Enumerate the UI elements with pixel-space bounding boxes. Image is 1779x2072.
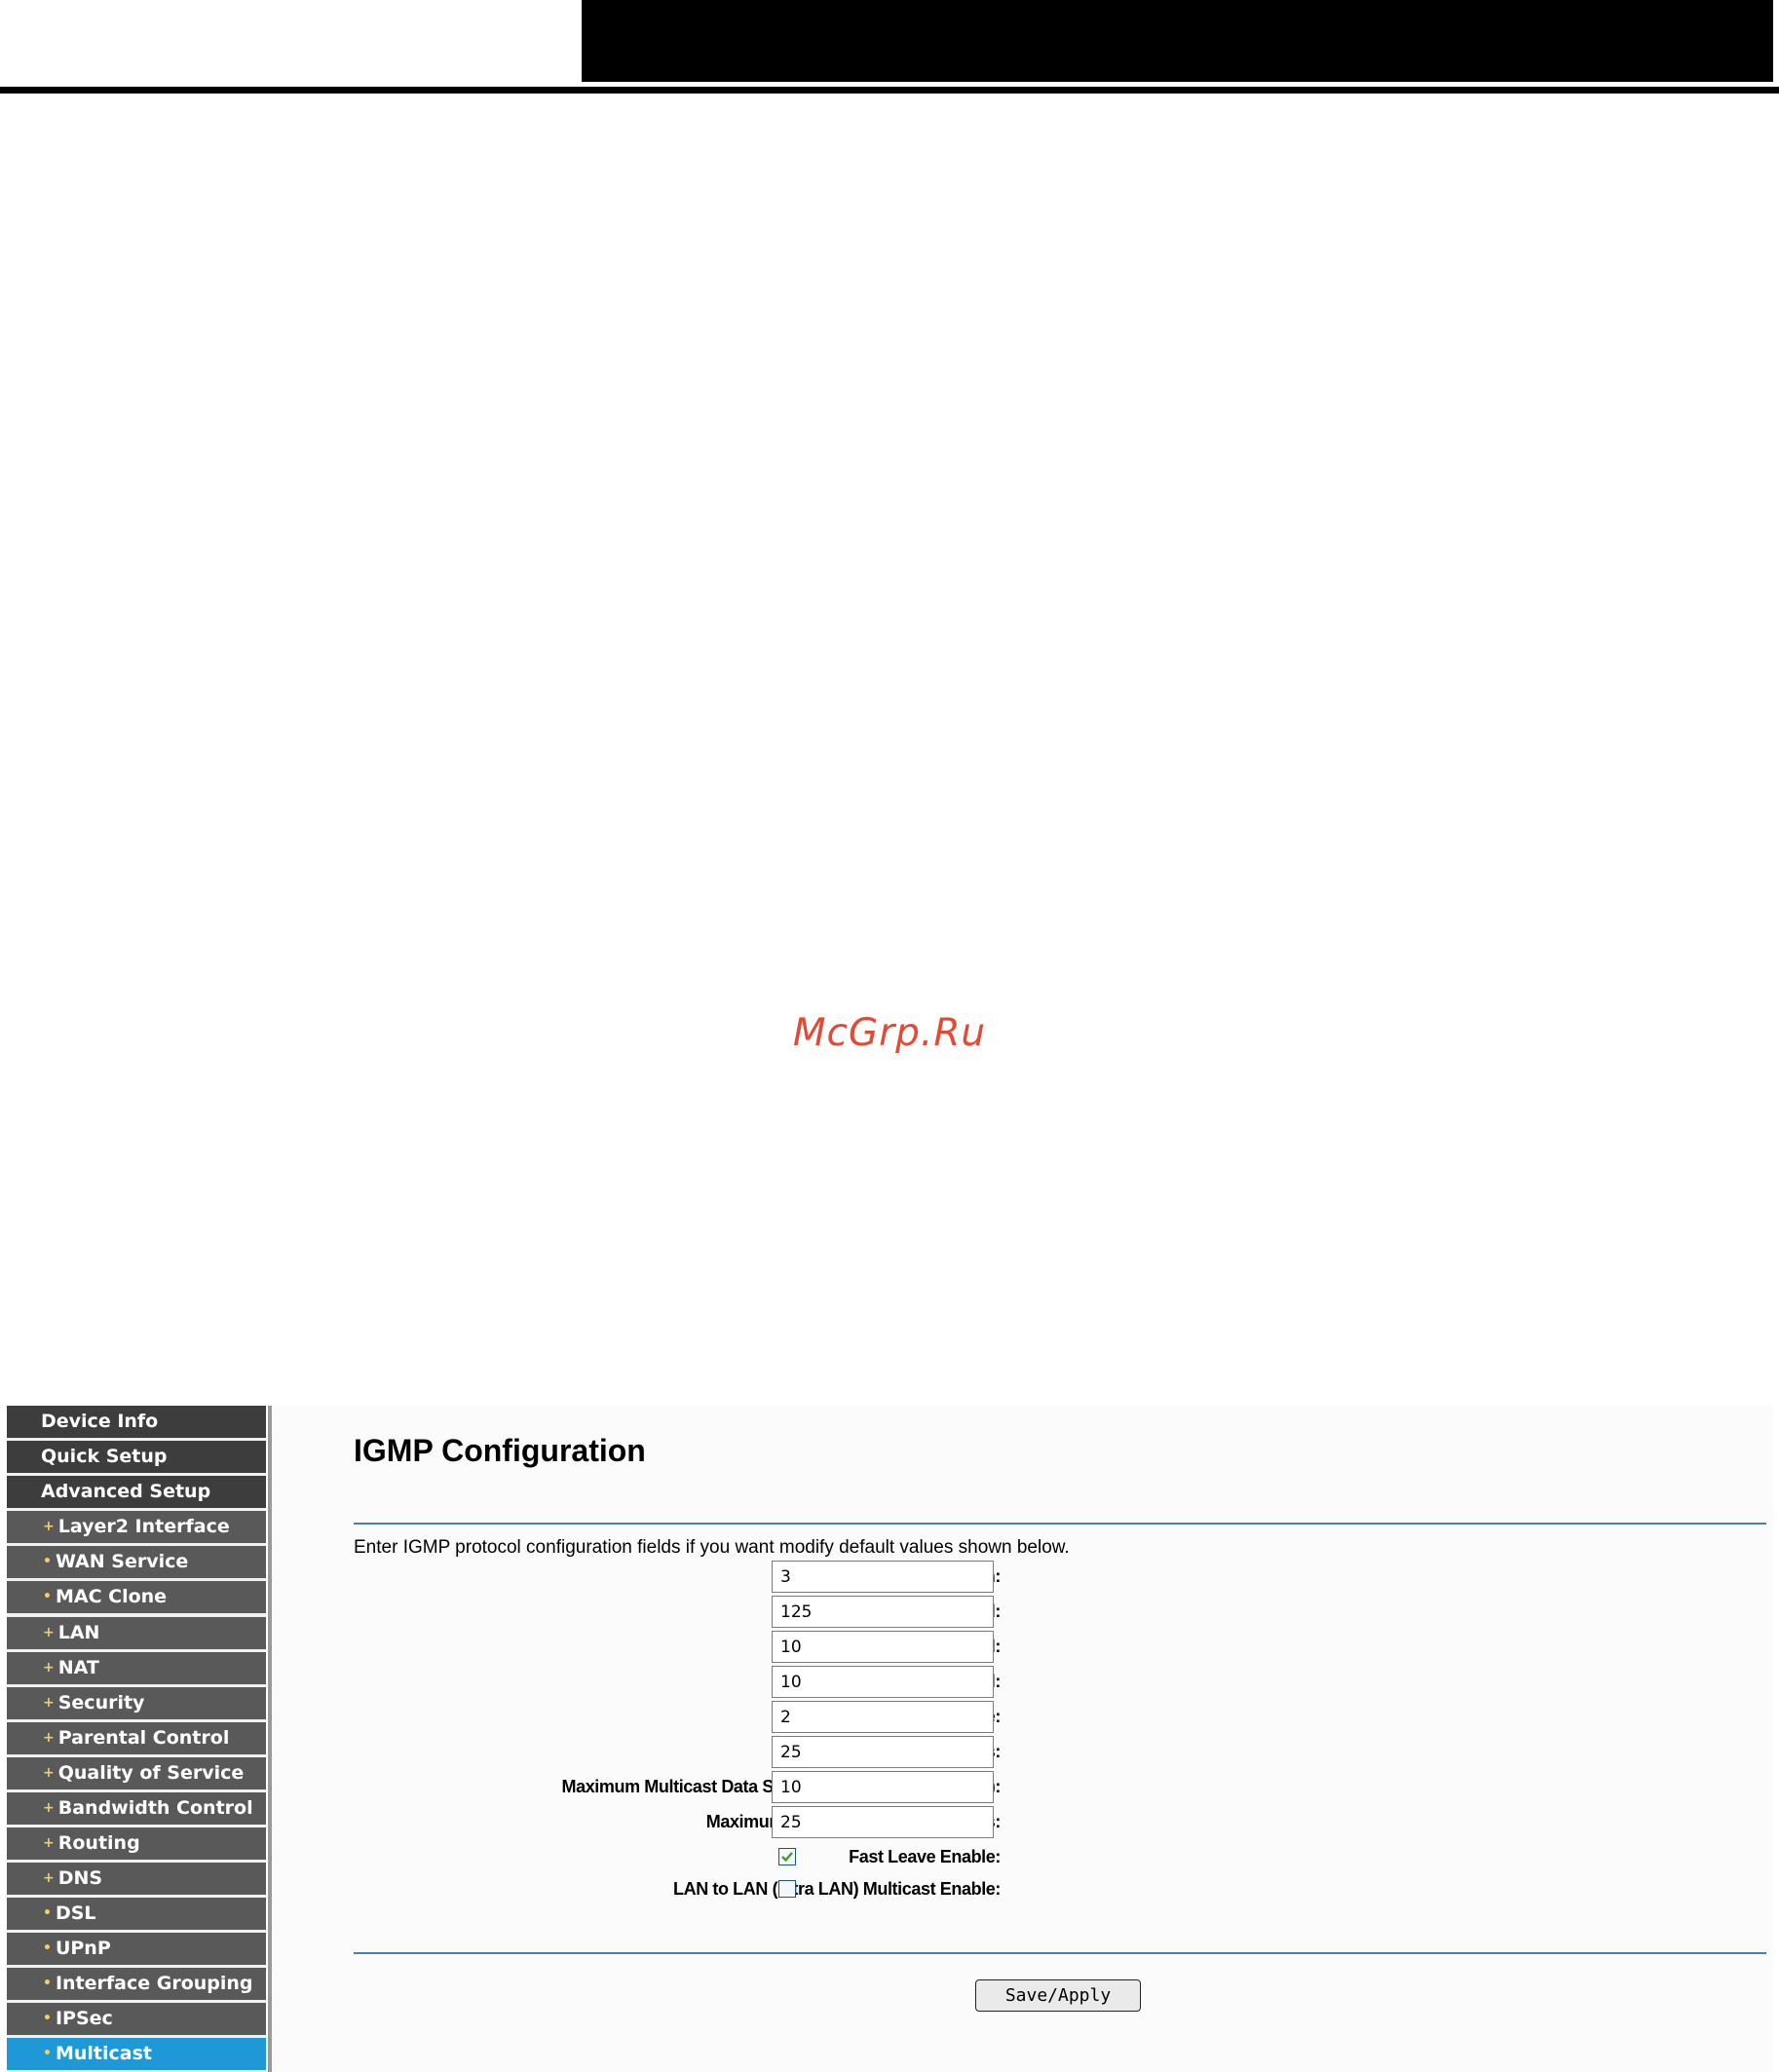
checkbox-label: LAN to LAN (Intra LAN) Multicast Enable:	[673, 1879, 1001, 1899]
router-ui-screenshot: Device Info Quick Setup Advanced Setup + Lay…	[0, 1406, 1779, 2072]
checkbox-row: Fast Leave Enable:	[272, 1839, 1773, 1874]
nav-bullet-icon: +	[43, 1730, 55, 1746]
nav-bullet-icon: +	[43, 1695, 55, 1711]
form-row: Query Interval:	[272, 1594, 1773, 1629]
field-input-last-member-query-interval[interactable]	[772, 1666, 994, 1698]
sidebar-item-routing[interactable]: + Routing	[7, 1827, 266, 1860]
form-row: Robustness Value:	[272, 1699, 1773, 1734]
field-input-default-version[interactable]	[772, 1561, 994, 1593]
nav-bullet-icon: •	[43, 1905, 52, 1921]
field-input-maximum-multicast-group-members[interactable]	[772, 1806, 994, 1838]
sidebar-item-label: Advanced Setup	[41, 1481, 211, 1502]
sidebar-item-multicast[interactable]: • Multicast	[7, 2038, 266, 2070]
form-row: Last Member Query Interval:	[272, 1664, 1773, 1699]
checkmark-icon	[781, 1852, 793, 1863]
sidebar-item-label: NAT	[57, 1657, 99, 1678]
sidebar-nav: Device Info Quick Setup Advanced Setup + Lay…	[7, 1406, 266, 2072]
form-row: Maximum Multicast Groups:	[272, 1734, 1773, 1769]
sidebar-item-lan[interactable]: + LAN	[7, 1617, 266, 1649]
sidebar-item-label: Security	[57, 1692, 145, 1714]
save-apply-button[interactable]: Save/Apply	[975, 1979, 1141, 2012]
sidebar-item-label: Interface Grouping	[55, 1973, 253, 1994]
lan-to-lan-multicast-checkbox[interactable]	[778, 1880, 796, 1898]
nav-bullet-icon: +	[43, 1765, 55, 1781]
nav-bullet-icon: +	[43, 1625, 55, 1640]
nav-bullet-icon: •	[43, 1976, 52, 1991]
field-input-robustness-value[interactable]	[772, 1701, 994, 1733]
nav-bullet-icon: •	[43, 1589, 52, 1604]
sidebar-item-label: Parental Control	[57, 1727, 230, 1749]
sidebar-item-label: WAN Service	[55, 1551, 189, 1572]
sidebar-item-quality-of-service[interactable]: + Quality of Service	[7, 1757, 266, 1789]
title-divider	[354, 1523, 1766, 1525]
sidebar-item-bandwidth-control[interactable]: + Bandwidth Control	[7, 1792, 266, 1825]
sidebar-item-parental-control[interactable]: + Parental Control	[7, 1722, 266, 1754]
form-row: Maximum Multicast Data Sources (for IGMP…	[272, 1769, 1773, 1804]
form-row: Maximum Multicast Group Members:	[272, 1804, 1773, 1839]
sidebar-item-dns[interactable]: + DNS	[7, 1863, 266, 1895]
sidebar-item-label: Quick Setup	[41, 1446, 168, 1467]
nav-bullet-icon: •	[43, 1554, 52, 1569]
sidebar-item-mac-clone[interactable]: • MAC Clone	[7, 1581, 266, 1613]
sidebar-item-label: Routing	[57, 1832, 140, 1854]
sidebar-item-label: DNS	[57, 1867, 103, 1889]
sidebar-item-label: UPnP	[55, 1938, 111, 1959]
sidebar-item-label: IPSec	[55, 2008, 113, 2029]
sidebar-item-label: Multicast	[55, 2043, 152, 2064]
sidebar-item-label: Quality of Service	[57, 1762, 245, 1784]
intro-text: Enter IGMP protocol configuration fields…	[354, 1537, 1070, 1558]
sidebar-item-device-info[interactable]: Device Info	[7, 1406, 266, 1438]
nav-bullet-icon: +	[43, 1835, 55, 1851]
sidebar-item-upnp[interactable]: • UPnP	[7, 1933, 266, 1965]
nav-bullet-icon: •	[43, 1940, 52, 1956]
nav-bullet-icon: +	[43, 1800, 55, 1816]
checkbox-label: Fast Leave Enable:	[849, 1847, 1001, 1866]
field-input-maximum-multicast-groups[interactable]	[772, 1736, 994, 1768]
sidebar-item-security[interactable]: + Security	[7, 1687, 266, 1719]
field-input-maximum-multicast-data-sources-for-igmpv3-1-24[interactable]	[772, 1771, 994, 1803]
header-black-bar	[582, 0, 1773, 82]
main-content: IGMP Configuration Enter IGMP protocol c…	[272, 1406, 1773, 2072]
sidebar-item-label: LAN	[57, 1622, 100, 1643]
fast-leave-checkbox[interactable]	[778, 1848, 796, 1865]
sidebar-item-wan-service[interactable]: • WAN Service	[7, 1546, 266, 1578]
field-input-query-interval[interactable]	[772, 1596, 994, 1628]
sidebar-item-advanced-setup[interactable]: Advanced Setup	[7, 1476, 266, 1508]
header-rule	[0, 87, 1779, 94]
sidebar-item-label: DSL	[55, 1902, 96, 1924]
sidebar-item-label: Layer2 Interface	[57, 1516, 230, 1537]
sidebar-item-layer2-interface[interactable]: + Layer2 Interface	[7, 1511, 266, 1543]
sidebar-item-quick-setup[interactable]: Quick Setup	[7, 1441, 266, 1473]
nav-bullet-icon: •	[43, 2046, 52, 2061]
sidebar-item-dsl[interactable]: • DSL	[7, 1898, 266, 1930]
nav-bullet-icon: +	[43, 1870, 55, 1886]
sidebar-item-label: Device Info	[41, 1411, 159, 1432]
nav-bullet-icon: +	[43, 1519, 55, 1534]
sidebar-item-label: Bandwidth Control	[57, 1797, 253, 1819]
footer-divider	[354, 1952, 1766, 1954]
sidebar-item-ipsec[interactable]: • IPSec	[7, 2003, 266, 2035]
page-title: IGMP Configuration	[354, 1433, 646, 1468]
form-row: Default Version:	[272, 1559, 1773, 1594]
field-input-query-response-interval[interactable]	[772, 1631, 994, 1663]
checkbox-row: LAN to LAN (Intra LAN) Multicast Enable:	[272, 1871, 1773, 1906]
form-row: Query Response Interval:	[272, 1629, 1773, 1664]
sidebar-item-interface-grouping[interactable]: • Interface Grouping	[7, 1968, 266, 2000]
sidebar-item-nat[interactable]: + NAT	[7, 1652, 266, 1684]
nav-bullet-icon: +	[43, 1660, 55, 1676]
nav-bullet-icon: •	[43, 2011, 52, 2026]
sidebar-item-label: MAC Clone	[55, 1586, 168, 1607]
watermark: McGrp.Ru	[792, 1011, 987, 1055]
